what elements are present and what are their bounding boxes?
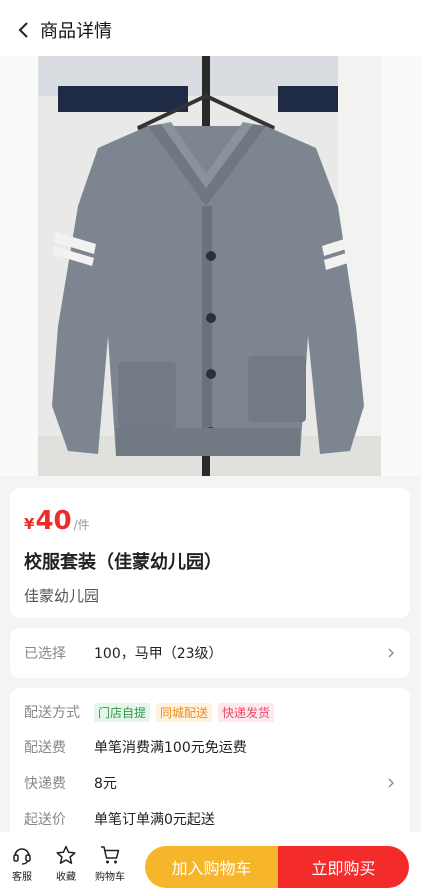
add-to-cart-button[interactable]: 加入购物车 [145, 846, 278, 888]
spec-selector[interactable]: 已选择 100，马甲（23级） [10, 628, 410, 678]
selection-value: 100，马甲（23级） [94, 646, 223, 662]
delivery-fee-row: 配送费 单笔消费满100元免运费 [10, 735, 410, 759]
delivery-method-label: 配送方式 [24, 705, 80, 721]
bottom-action-bar: 客服 收藏 购物车 加入购物车 立即购买 [0, 832, 421, 895]
favorite-button[interactable]: 收藏 [44, 844, 88, 883]
delivery-method-row: 配送方式 门店自提 同城配送 快递发货 [10, 700, 410, 724]
chevron-left-icon [18, 22, 28, 38]
star-icon [56, 845, 76, 864]
currency-symbol: ¥ [24, 515, 35, 533]
min-order-label: 起送价 [24, 812, 66, 828]
buy-now-button[interactable]: 立即购买 [278, 846, 409, 888]
price-row: ¥ 40 /件 [24, 506, 90, 536]
shopping-cart-icon [101, 846, 120, 864]
cart-label: 购物车 [95, 872, 125, 883]
purchase-buttons: 加入购物车 立即购买 [145, 846, 409, 888]
back-button[interactable] [6, 12, 42, 48]
service-label: 客服 [12, 872, 32, 883]
favorite-label: 收藏 [56, 872, 76, 883]
tag-store-pickup[interactable]: 门店自提 [94, 702, 151, 722]
express-fee-value: 8元 [94, 776, 117, 792]
headset-icon [13, 848, 31, 865]
min-order-value: 单笔订单满0元起送 [94, 812, 215, 828]
chevron-right-icon [388, 648, 394, 658]
delivery-fee-value: 单笔消费满100元免运费 [94, 740, 247, 756]
price-unit: /件 [73, 518, 90, 532]
product-title: 校服套装（佳蒙幼儿园） [24, 552, 222, 573]
product-photo [38, 56, 381, 476]
delivery-fee-label: 配送费 [24, 740, 66, 756]
tag-express[interactable]: 快递发货 [218, 702, 275, 722]
min-order-row: 起送价 单笔订单满0元起送 [10, 807, 410, 831]
product-info-card: ¥ 40 /件 校服套装（佳蒙幼儿园） 佳蒙幼儿园 [10, 488, 410, 618]
chevron-right-icon [388, 778, 394, 788]
top-header: 商品详情 [0, 0, 421, 60]
page-title: 商品详情 [40, 21, 112, 42]
cart-button[interactable]: 购物车 [88, 844, 132, 883]
customer-service-button[interactable]: 客服 [0, 844, 44, 883]
express-fee-label: 快递费 [24, 776, 66, 792]
express-fee-row[interactable]: 快递费 8元 [10, 771, 410, 795]
selection-label: 已选择 [24, 646, 66, 662]
product-gallery[interactable] [0, 56, 421, 521]
tag-same-city[interactable]: 同城配送 [156, 702, 213, 722]
delivery-info-card: 配送方式 门店自提 同城配送 快递发货 配送费 单笔消费满100元免运费 快递费… [10, 688, 410, 848]
store-name: 佳蒙幼儿园 [24, 587, 100, 605]
product-price: 40 [35, 506, 72, 536]
